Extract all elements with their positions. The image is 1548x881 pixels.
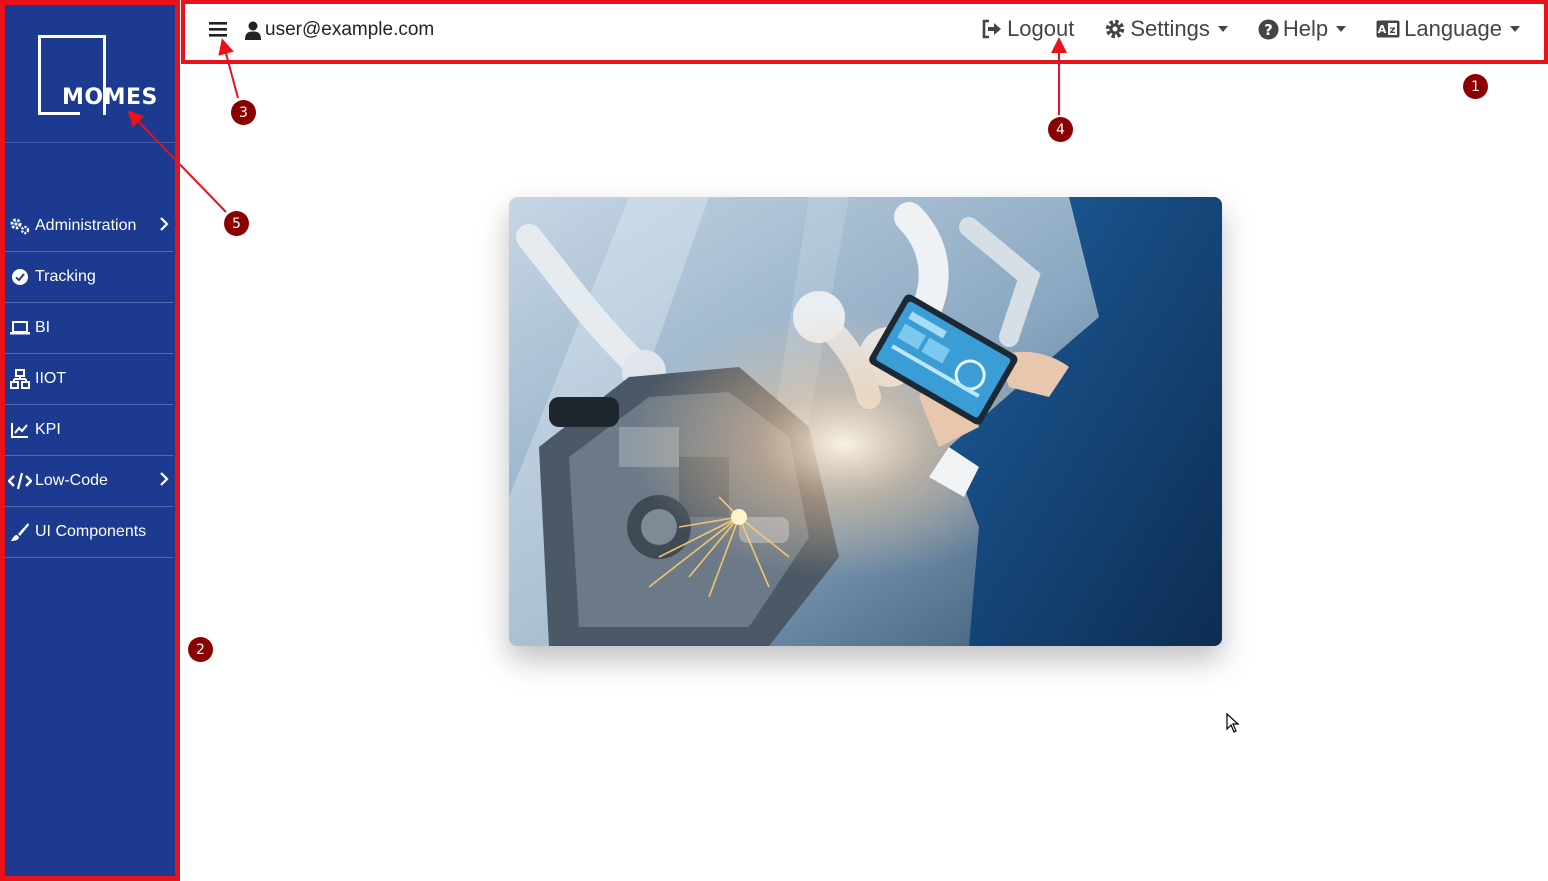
sidebar-item-label: Administration: [35, 217, 137, 234]
sign-out-icon: [981, 19, 1003, 39]
annotation-badge-5: 5: [224, 211, 249, 236]
annotation-badge-1: 1: [1463, 74, 1488, 99]
sidebar-item-tracking[interactable]: Tracking: [5, 252, 173, 303]
user-icon: [245, 21, 261, 40]
factory-robot-illustration: [509, 197, 1222, 646]
sidebar-item-label: BI: [35, 319, 51, 336]
settings-label: Settings: [1130, 16, 1210, 41]
menu-toggle-icon[interactable]: [209, 21, 227, 42]
code-icon: [7, 472, 33, 490]
question-circle-icon: ?: [1258, 19, 1279, 40]
chevron-right-icon: [159, 216, 169, 237]
top-right-menu: Logout Settings ? Help Az Language: [951, 16, 1520, 42]
sidebar-item-ui-components[interactable]: UI Components: [5, 507, 173, 558]
annotation-badge-3: 3: [231, 100, 256, 125]
sidebar-item-label: UI Components: [35, 523, 147, 540]
language-icon: Az: [1376, 20, 1400, 38]
logout-button[interactable]: Logout: [981, 16, 1074, 42]
svg-text:z: z: [1390, 25, 1396, 36]
sidebar-item-bi[interactable]: BI: [5, 303, 173, 354]
sidebar-item-label: KPI: [35, 421, 61, 438]
user-info[interactable]: user@example.com: [245, 19, 434, 41]
annotation-badge-4: 4: [1048, 117, 1073, 142]
language-label: Language: [1404, 16, 1502, 41]
laptop-icon: [7, 320, 33, 336]
gear-icon: [1104, 18, 1126, 40]
caret-down-icon: [1336, 26, 1347, 32]
network-icon: [7, 369, 33, 389]
sidebar-item-low-code[interactable]: Low-Code: [5, 456, 173, 507]
svg-text:?: ?: [1264, 21, 1273, 39]
sidebar-item-label: Low-Code: [35, 472, 108, 489]
logout-label: Logout: [1007, 16, 1075, 41]
sidebar-item-label: Tracking: [35, 268, 96, 285]
sidebar-item-administration[interactable]: Administration: [5, 201, 173, 252]
annotation-badge-2: 2: [188, 637, 213, 662]
help-label: Help: [1282, 16, 1329, 41]
gears-icon: [7, 217, 33, 235]
help-dropdown[interactable]: ? Help: [1258, 16, 1347, 42]
sidebar-item-iiot[interactable]: IIOT: [5, 354, 173, 405]
chevron-right-icon: [159, 471, 169, 492]
settings-dropdown[interactable]: Settings: [1104, 16, 1228, 42]
logo-text: MOMES: [62, 85, 158, 110]
sidebar-item-label: IIOT: [35, 370, 67, 387]
caret-down-icon: [1217, 26, 1228, 32]
sidebar: MOMES Administration Tracking BI IIOT KP…: [0, 0, 180, 881]
caret-down-icon: [1510, 26, 1520, 32]
brush-icon: [7, 522, 33, 542]
hero-image: [509, 197, 1222, 646]
sidebar-nav: Administration Tracking BI IIOT KPI Low-…: [5, 201, 173, 558]
top-navbar: user@example.com Logout Settings ? Help …: [181, 0, 1548, 64]
logo-area[interactable]: MOMES: [5, 5, 175, 143]
language-dropdown[interactable]: Az Language: [1376, 16, 1520, 42]
mouse-cursor-icon: [1226, 713, 1240, 733]
sidebar-item-kpi[interactable]: KPI: [5, 405, 173, 456]
svg-text:A: A: [1378, 23, 1387, 36]
check-circle-icon: [7, 268, 33, 286]
user-email: user@example.com: [265, 19, 435, 40]
line-chart-icon: [7, 422, 33, 438]
